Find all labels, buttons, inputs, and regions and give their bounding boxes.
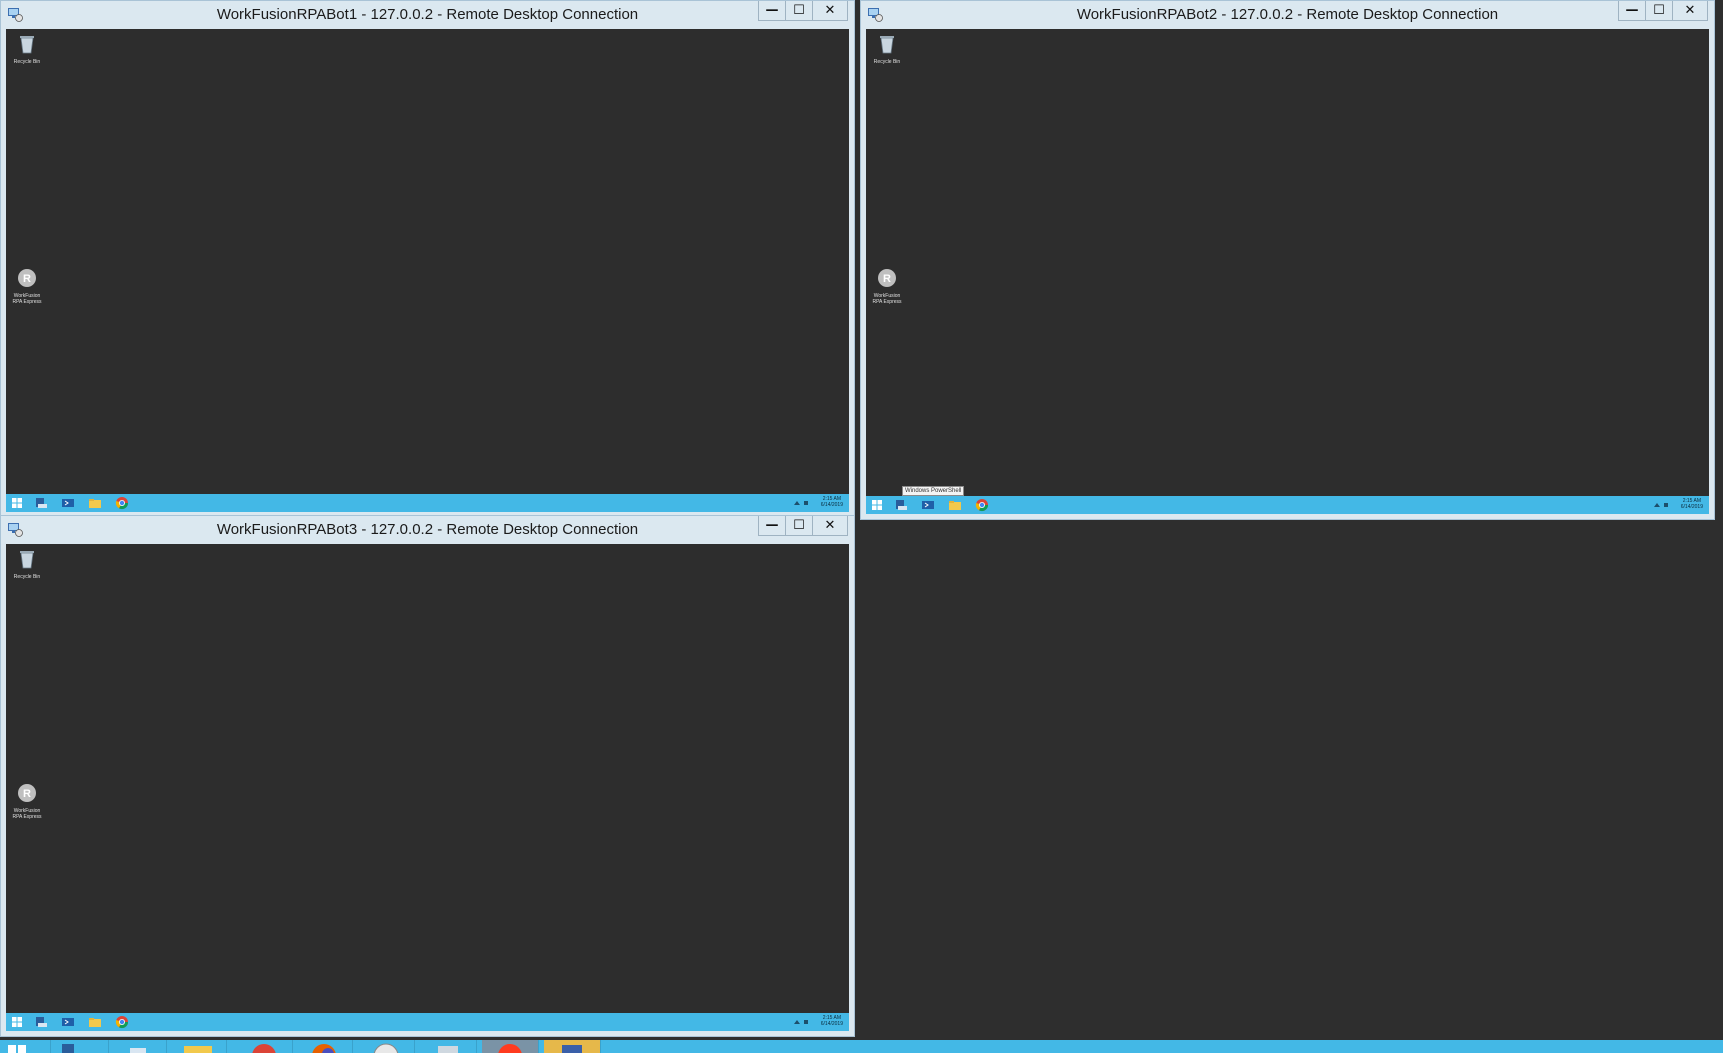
windows-start-icon[interactable] (870, 498, 884, 512)
minimize-button[interactable]: — (758, 1, 786, 21)
rdp-window-bot2[interactable]: WorkFusionRPABot2 - 127.0.0.2 - Remote D… (860, 0, 1715, 520)
taskbar-clock[interactable]: 2:15 AM 6/14/2019 (821, 496, 843, 508)
workfusion-r-icon: R (18, 269, 36, 287)
remote-taskbar: 2:15 AM 6/14/2019 (866, 496, 1709, 514)
close-button[interactable]: ✕ (812, 516, 848, 536)
rdp-window-bot3[interactable]: WorkFusionRPABot3 - 127.0.0.2 - Remote D… (0, 515, 855, 1037)
file-explorer-icon[interactable] (88, 496, 102, 510)
windows-start-icon[interactable] (0, 1040, 51, 1053)
recycle-bin-desktop-icon[interactable]: Recycle Bin (10, 33, 44, 65)
server-manager-icon[interactable] (34, 1015, 48, 1029)
file-explorer-icon[interactable] (170, 1040, 227, 1053)
desktop-icon-label: WorkFusion RPA Express (12, 293, 42, 305)
remote-desktop-area[interactable]: Recycle Bin R WorkFusion RPA Express 2:1… (6, 544, 849, 1031)
rdp-window-bot1[interactable]: WorkFusionRPABot1 - 127.0.0.2 - Remote D… (0, 0, 855, 518)
powershell-icon[interactable] (921, 498, 935, 512)
windows-start-icon[interactable] (10, 496, 24, 510)
host-taskbar (0, 1040, 1723, 1053)
workfusion-desktop-icon[interactable]: R WorkFusion RPA Express (10, 782, 44, 820)
title-bar[interactable]: WorkFusionRPABot1 - 127.0.0.2 - Remote D… (1, 1, 854, 29)
file-explorer-icon[interactable] (88, 1015, 102, 1029)
taskbar-clock[interactable]: 2:15 AM 6/14/2019 (1681, 498, 1703, 510)
server-manager-icon[interactable] (894, 498, 908, 512)
svg-text:R: R (883, 273, 891, 285)
recording-app-icon[interactable] (482, 1040, 539, 1053)
window-title: WorkFusionRPABot1 - 127.0.0.2 - Remote D… (216, 6, 639, 23)
maximize-button[interactable]: ☐ (785, 1, 813, 21)
taskbar-clock[interactable]: 2:15 AM 6/14/2019 (821, 1015, 843, 1027)
windows-start-icon[interactable] (10, 1015, 24, 1029)
workfusion-r-icon: R (878, 269, 896, 287)
system-tray-icons[interactable] (1653, 501, 1673, 509)
firefox-icon[interactable] (296, 1040, 353, 1053)
desktop-icon-label: Recycle Bin (13, 574, 41, 580)
server-manager-icon[interactable] (34, 496, 48, 510)
chrome-icon[interactable] (115, 1015, 129, 1029)
taskbar-tooltip: Windows PowerShell (902, 486, 965, 496)
window-title: WorkFusionRPABot2 - 127.0.0.2 - Remote D… (1076, 6, 1499, 23)
remote-desktop-icon[interactable] (420, 1040, 477, 1053)
desktop-icon-label: Recycle Bin (13, 59, 41, 65)
svg-text:R: R (23, 273, 31, 285)
remote-taskbar: 2:15 AM 6/14/2019 (6, 1013, 849, 1031)
recycle-bin-icon (880, 36, 894, 54)
system-tray-icons[interactable] (793, 499, 813, 507)
clock-app-icon[interactable] (358, 1040, 415, 1053)
close-button[interactable]: ✕ (812, 1, 848, 21)
desktop-icon-label: WorkFusion RPA Express (12, 808, 42, 820)
title-bar[interactable]: WorkFusionRPABot3 - 127.0.0.2 - Remote D… (1, 516, 854, 544)
file-explorer-icon[interactable] (948, 498, 962, 512)
maximize-button[interactable]: ☐ (785, 516, 813, 536)
maximize-button[interactable]: ☐ (1645, 1, 1673, 21)
system-tray-icons[interactable] (793, 1018, 813, 1026)
clock-date: 6/14/2019 (1680, 504, 1703, 510)
recycle-bin-icon (20, 36, 34, 54)
title-bar[interactable]: WorkFusionRPABot2 - 127.0.0.2 - Remote D… (861, 1, 1714, 29)
minimize-button[interactable]: — (758, 516, 786, 536)
desktop-icon-label: Recycle Bin (873, 59, 901, 65)
recycle-bin-icon (20, 551, 34, 569)
server-manager-icon[interactable] (52, 1040, 109, 1053)
recycle-bin-desktop-icon[interactable]: Recycle Bin (870, 33, 904, 65)
svg-text:R: R (23, 788, 31, 800)
chrome-icon[interactable] (115, 496, 129, 510)
powershell-icon[interactable] (110, 1040, 167, 1053)
minimize-button[interactable]: — (1618, 1, 1646, 21)
clock-date: 6/14/2019 (820, 502, 843, 508)
chrome-icon[interactable] (975, 498, 989, 512)
remote-taskbar: 2:15 AM 6/14/2019 (6, 494, 849, 512)
remote-desktop-area[interactable]: Recycle Bin R WorkFusion RPA Express Win… (866, 29, 1709, 514)
clock-date: 6/14/2019 (820, 1021, 843, 1027)
window-title: WorkFusionRPABot3 - 127.0.0.2 - Remote D… (216, 521, 639, 538)
recycle-bin-desktop-icon[interactable]: Recycle Bin (10, 548, 44, 580)
powershell-icon[interactable] (61, 1015, 75, 1029)
workfusion-r-icon: R (18, 784, 36, 802)
remote-desktop-area[interactable]: Recycle Bin R WorkFusion RPA Express 2:1… (6, 29, 849, 512)
desktop-icon-label: WorkFusion RPA Express (872, 293, 902, 305)
host-desktop: WorkFusionRPABot1 - 127.0.0.2 - Remote D… (0, 0, 1723, 1053)
workfusion-desktop-icon[interactable]: R WorkFusion RPA Express (870, 267, 904, 305)
chrome-icon[interactable] (236, 1040, 293, 1053)
close-button[interactable]: ✕ (1672, 1, 1708, 21)
powershell-icon[interactable] (61, 496, 75, 510)
sticky-app-icon[interactable] (544, 1040, 601, 1053)
workfusion-desktop-icon[interactable]: R WorkFusion RPA Express (10, 267, 44, 305)
